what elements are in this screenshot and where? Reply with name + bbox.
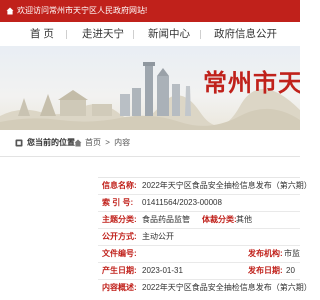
info-value: 20 (286, 266, 295, 275)
info-table: 信息名称: 2022年天宁区食品安全抽检信息发布（第六期） 索 引 号: 014… (98, 177, 312, 292)
site-title: 常州市天宁 (203, 70, 300, 97)
home-icon (6, 7, 14, 15)
info-label: 内容概述: (102, 283, 137, 292)
location-icon (15, 139, 23, 147)
breadcrumb-label: 您当前的位置 (27, 138, 75, 147)
welcome-text: 欢迎访问常州市天宁区人民政府网站! (17, 6, 148, 15)
info-value: 2022年天宁区食品安全抽检信息发布（第六期） (142, 283, 312, 292)
breadcrumb: 您当前的位置 首页 > 内容 (0, 130, 300, 157)
info-label: 公开方式: (102, 232, 137, 241)
info-value: 2022年天宁区食品安全抽检信息发布（第六期） (142, 181, 312, 190)
breadcrumb-home-link[interactable]: 首页 (85, 138, 101, 147)
info-label: 体裁分类: (202, 215, 237, 224)
info-label: 发布日期: (248, 266, 283, 275)
nav-item-news-center[interactable]: 新闻中心 (148, 22, 190, 46)
info-label: 信息名称: (102, 181, 137, 190)
nav-item-home[interactable]: 首 页 (30, 22, 54, 46)
info-label: 主题分类: (102, 215, 137, 224)
top-welcome-bar: 欢迎访问常州市天宁区人民政府网站! (0, 0, 300, 22)
nav-item-about-tianning[interactable]: 走进天宁 (82, 22, 124, 46)
nav-divider (66, 30, 67, 39)
info-value: 市监 (284, 249, 300, 258)
header-banner: 常州市天宁 (0, 46, 300, 130)
home-icon (74, 139, 82, 147)
info-value: 01411564/2023-00008 (142, 198, 222, 207)
breadcrumb-path: 首页 > 内容 (85, 130, 132, 156)
main-nav: 首 页 走进天宁 新闻中心 政府信息公开 (0, 22, 300, 46)
info-value: 2023-01-31 (142, 266, 183, 275)
info-label: 产生日期: (102, 266, 137, 275)
nav-divider (133, 30, 134, 39)
info-label: 文件编号: (102, 249, 137, 258)
breadcrumb-current: 内容 (114, 138, 131, 147)
info-value: 主动公开 (142, 232, 174, 241)
info-value: 其他 (236, 215, 252, 224)
info-value: 食品药品监管 (142, 215, 190, 224)
info-label: 发布机构: (248, 249, 283, 258)
info-label: 索 引 号: (102, 198, 134, 207)
nav-item-gov-info-disclosure[interactable]: 政府信息公开 (214, 22, 277, 46)
nav-divider (200, 30, 201, 39)
breadcrumb-separator: > (105, 138, 110, 147)
